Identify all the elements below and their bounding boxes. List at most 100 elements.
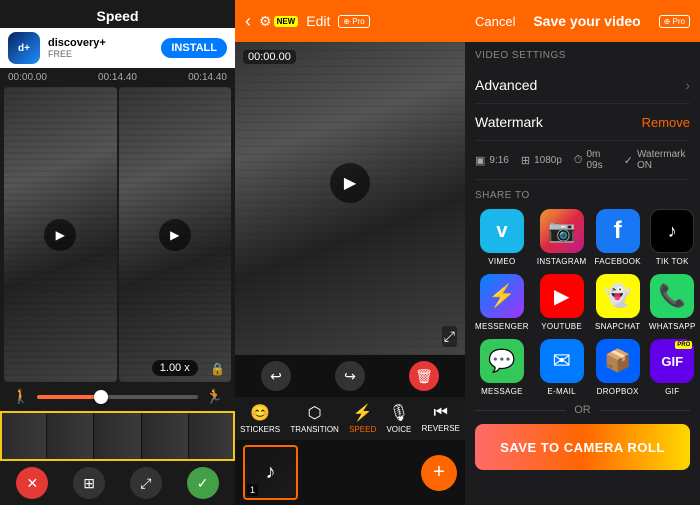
vimeo-label: VIMEO <box>488 257 515 266</box>
thumb-strip: ♪ 1 + <box>235 440 465 505</box>
crop-button[interactable]: ⊞ <box>73 467 105 499</box>
voice-icon: 🎙 <box>389 403 409 423</box>
speed-slider-thumb[interactable] <box>94 390 108 404</box>
pro-badge[interactable]: ⊕ Pro <box>338 15 369 28</box>
meta-resolution: ⊞ 1080p <box>521 149 562 171</box>
duration-icon: ⏱ <box>574 154 583 167</box>
lock-icon: 🔒 <box>210 362 225 376</box>
cancel-nav-button[interactable]: Cancel <box>475 14 515 29</box>
share-youtube[interactable]: ▶ YOUTUBE <box>537 274 587 331</box>
resize-button[interactable]: ⤢ <box>130 467 162 499</box>
share-instagram[interactable]: 📷 INSTAGRAM <box>537 209 587 266</box>
fast-icon: 🏃 <box>206 388 223 405</box>
timeline-mid: 00:14.40 <box>98 72 137 83</box>
main-video: 00:00.00 ▶ ⤢ <box>235 42 465 355</box>
delete-button[interactable]: 🗑 <box>409 361 439 391</box>
play-btn-left[interactable]: ▶ <box>44 219 76 251</box>
play-btn-right[interactable]: ▶ <box>159 219 191 251</box>
film-strip-inner <box>0 411 235 461</box>
tiktok-label: TIK TOK <box>656 257 689 266</box>
timeline-end: 00:14.40 <box>188 72 227 83</box>
share-to-label: SHARE TO <box>475 190 690 201</box>
speed-slider-fill <box>37 395 101 399</box>
meta-row: ▣ 9:16 ⊞ 1080p ⏱ 0m 09s ✓ Watermark ON <box>475 141 690 180</box>
share-grid: v VIMEO 📷 INSTAGRAM f FACEBOOK ♪ TIK TOK… <box>475 209 690 396</box>
share-messenger[interactable]: ⚡ MESSENGER <box>475 274 529 331</box>
save-video-title: Save your video <box>521 13 652 29</box>
message-label: MESSAGE <box>481 387 523 396</box>
meta-ratio: ▣ 9:16 <box>475 149 509 171</box>
save-camera-roll-button[interactable]: SAVE TO CAMERA ROLL <box>475 424 690 470</box>
confirm-button[interactable]: ✓ <box>187 467 219 499</box>
gif-pro-badge: PRO <box>675 341 692 349</box>
share-snapchat[interactable]: 👻 SNAPCHAT <box>595 274 641 331</box>
advanced-chevron: › <box>685 77 690 93</box>
thumb-item-0[interactable]: ♪ 1 <box>243 445 298 500</box>
reverse-icon: ⏮ <box>434 404 448 422</box>
youtube-icon: ▶ <box>540 274 584 318</box>
video-thumb-left[interactable]: ▶ <box>4 87 117 382</box>
facebook-label: FACEBOOK <box>595 257 641 266</box>
meta-ratio-value: 9:16 <box>489 155 508 166</box>
timeline-start: 00:00.00 <box>8 72 47 83</box>
instagram-icon: 📷 <box>540 209 584 253</box>
middle-top-nav: ‹ ⚙ NEW Edit ⊕ Pro <box>235 0 465 42</box>
main-play-button[interactable]: ▶ <box>330 163 370 203</box>
share-message[interactable]: 💬 MESSAGE <box>475 339 529 396</box>
undo-button[interactable]: ↩ <box>261 361 291 391</box>
cancel-button[interactable]: ✕ <box>16 467 48 499</box>
tool-voice[interactable]: 🎙 VOICE <box>386 403 411 434</box>
snapchat-label: SNAPCHAT <box>595 322 640 331</box>
tool-transition[interactable]: ⬡ TRANSITION <box>290 403 338 434</box>
install-button[interactable]: INSTALL <box>161 38 227 58</box>
or-text: OR <box>574 404 591 416</box>
speed-header: Speed <box>0 0 235 28</box>
fullscreen-button[interactable]: ⤢ <box>442 326 457 347</box>
stickers-icon: 😊 <box>250 403 270 423</box>
share-gif[interactable]: GIF PRO GIF <box>649 339 696 396</box>
speed-slider-track[interactable] <box>37 395 197 399</box>
video-thumb-right[interactable]: ▶ 1.00 x 🔒 <box>119 87 232 382</box>
remove-watermark-button[interactable]: Remove <box>642 115 690 130</box>
meta-duration-value: 0m 09s <box>587 149 612 171</box>
meta-duration: ⏱ 0m 09s <box>574 149 612 171</box>
or-line-right <box>599 410 690 411</box>
share-whatsapp[interactable]: 📞 WHATSAPP <box>649 274 696 331</box>
edit-label[interactable]: Edit <box>306 13 330 29</box>
ad-subtitle: FREE <box>48 49 153 59</box>
share-vimeo[interactable]: v VIMEO <box>475 209 529 266</box>
tool-stickers[interactable]: 😊 STICKERS <box>240 403 280 434</box>
share-dropbox[interactable]: 📦 DROPBOX <box>595 339 641 396</box>
share-email[interactable]: ✉ E-MAIL <box>537 339 587 396</box>
transition-icon: ⬡ <box>308 403 322 423</box>
reverse-label: REVERSE <box>422 424 460 433</box>
advanced-row[interactable]: Advanced › <box>475 67 690 104</box>
right-panel: Cancel Save your video ⊕ Pro VIDEO SETTI… <box>465 0 700 505</box>
transition-label: TRANSITION <box>290 425 338 434</box>
ratio-icon: ▣ <box>475 154 485 167</box>
redo-button[interactable]: ↪ <box>335 361 365 391</box>
speed-badge: 1.00 x <box>152 360 198 376</box>
ad-banner: d+ discovery+ FREE INSTALL <box>0 28 235 68</box>
back-button[interactable]: ‹ <box>245 11 251 32</box>
action-buttons: ↩ ↪ 🗑 <box>235 355 465 397</box>
right-pro-badge[interactable]: ⊕ Pro <box>659 15 690 28</box>
snapchat-icon: 👻 <box>596 274 640 318</box>
or-line-left <box>475 410 566 411</box>
share-facebook[interactable]: f FACEBOOK <box>595 209 641 266</box>
ad-app-name: discovery+ <box>48 37 153 49</box>
right-content: VIDEO SETTINGS Advanced › Watermark Remo… <box>465 42 700 505</box>
tool-reverse[interactable]: ⏮ REVERSE <box>422 404 460 433</box>
meta-watermark: ✓ Watermark ON <box>624 149 690 171</box>
video-timestamp: 00:00.00 <box>243 50 296 64</box>
tool-speed[interactable]: ⚡ SPEED <box>349 403 376 434</box>
watermark-check-icon: ✓ <box>624 154 633 167</box>
add-clip-button[interactable]: + <box>421 455 457 491</box>
slow-icon: 🚶 <box>12 388 29 405</box>
settings-button[interactable]: ⚙ NEW <box>259 13 298 30</box>
speed-slider-area: 🚶 🏃 <box>0 382 235 411</box>
share-tiktok[interactable]: ♪ TIK TOK <box>649 209 696 266</box>
messenger-icon: ⚡ <box>480 274 524 318</box>
stickers-label: STICKERS <box>240 425 280 434</box>
film-strip <box>0 411 235 461</box>
